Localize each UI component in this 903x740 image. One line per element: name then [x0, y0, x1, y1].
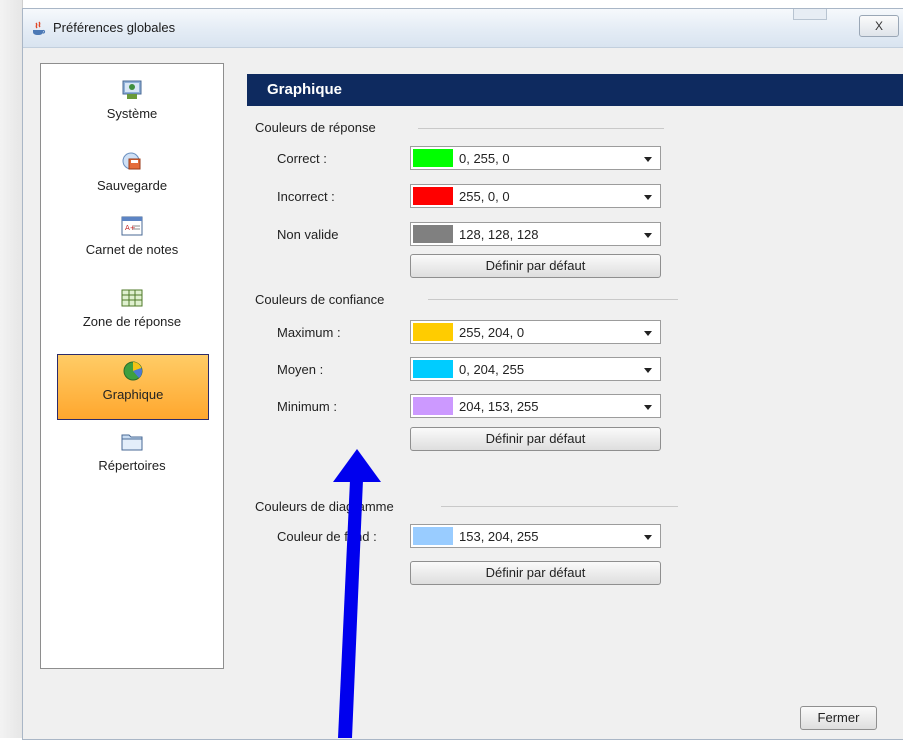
- arrow-head: [333, 449, 381, 482]
- annotation-arrow: [333, 449, 381, 738]
- arrow-shaft: [338, 480, 363, 738]
